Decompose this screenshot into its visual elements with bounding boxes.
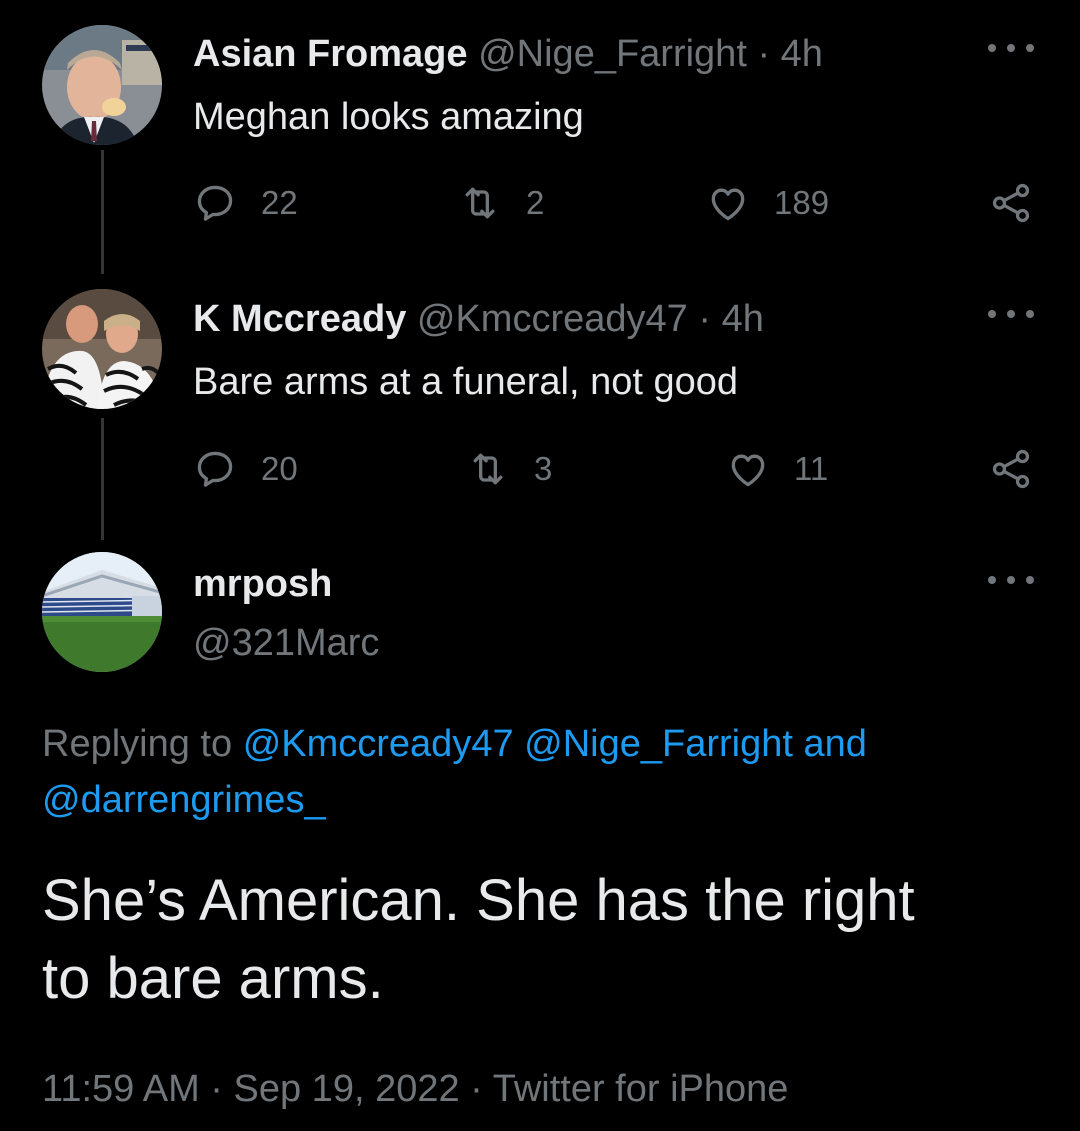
separator-dot: · [757,33,771,75]
share-icon [992,183,1030,223]
display-name[interactable]: mrposh [193,562,332,606]
thread-line [101,150,104,274]
reply-count: 20 [261,450,298,487]
retweet-button[interactable]: 2 [458,181,544,225]
tweet-text: Meghan looks amazing [193,96,584,138]
reply-button[interactable]: 20 [193,447,298,491]
separator-dot: · [210,1068,223,1110]
tweet-text: Bare arms at a funeral, not good [193,361,738,403]
reply-button[interactable]: 22 [193,181,298,225]
tweet-source[interactable]: Twitter for iPhone [493,1068,789,1110]
replying-to: Replying to @Kmccready47 @Nige_Farright … [42,716,1042,828]
retweet-count: 2 [526,184,545,221]
tweet-meta: 11:59 AM · Sep 19, 2022 · Twitter for iP… [42,1063,788,1115]
handle[interactable]: @321Marc [193,621,379,665]
tweet-header: K Mccready @Kmccready47 · 4h [193,297,764,341]
timestamp[interactable]: 4h [781,33,823,75]
thread-line [101,418,104,540]
tweet-header: Asian Fromage @Nige_Farright · 4h [193,32,823,76]
main-tweet-line-2: to bare arms. [42,946,384,1011]
mention-link[interactable]: @Nige_Farright [524,723,793,765]
reply-icon [197,451,233,487]
share-icon [992,449,1030,489]
like-icon [711,188,745,221]
timestamp[interactable]: 4h [722,298,764,340]
share-button[interactable] [988,446,1058,492]
retweet-count: 3 [534,450,553,487]
separator-dot: · [470,1068,483,1110]
display-name[interactable]: K Mccready [193,298,406,340]
handle[interactable]: @Kmccready47 [417,298,688,340]
reply-count: 22 [261,184,298,221]
replying-prefix: Replying to [42,723,233,765]
more-icon[interactable] [988,40,1034,56]
like-count: 189 [774,184,830,221]
like-button[interactable]: 189 [706,181,829,225]
like-count: 11 [794,450,829,487]
main-tweet-line-1: She’s American. She has the right [42,868,915,933]
share-button[interactable] [988,180,1058,226]
mention-link[interactable]: @darrengrimes_ [42,779,326,821]
main-tweet-text: She’s American. She has the right to bar… [42,862,1052,1018]
like-icon [731,454,765,487]
handle[interactable]: @Nige_Farright [478,33,747,75]
like-button[interactable]: 11 [726,447,828,491]
retweet-icon [465,187,495,219]
more-icon[interactable] [988,572,1034,588]
more-icon[interactable] [988,306,1034,322]
mention-link[interactable]: @Kmccready47 [243,723,514,765]
retweet-icon [473,453,503,485]
display-name-text[interactable]: mrposh [193,563,332,605]
separator-dot: · [698,298,712,340]
reply-icon [197,185,233,221]
display-name[interactable]: Asian Fromage [193,33,468,75]
avatar[interactable] [42,552,162,672]
retweet-button[interactable]: 3 [466,447,552,491]
mention-and[interactable]: and [804,723,867,765]
tweet-date[interactable]: Sep 19, 2022 [234,1068,460,1110]
avatar[interactable] [42,25,162,145]
tweet-time[interactable]: 11:59 AM [42,1068,200,1110]
avatar[interactable] [42,289,162,409]
